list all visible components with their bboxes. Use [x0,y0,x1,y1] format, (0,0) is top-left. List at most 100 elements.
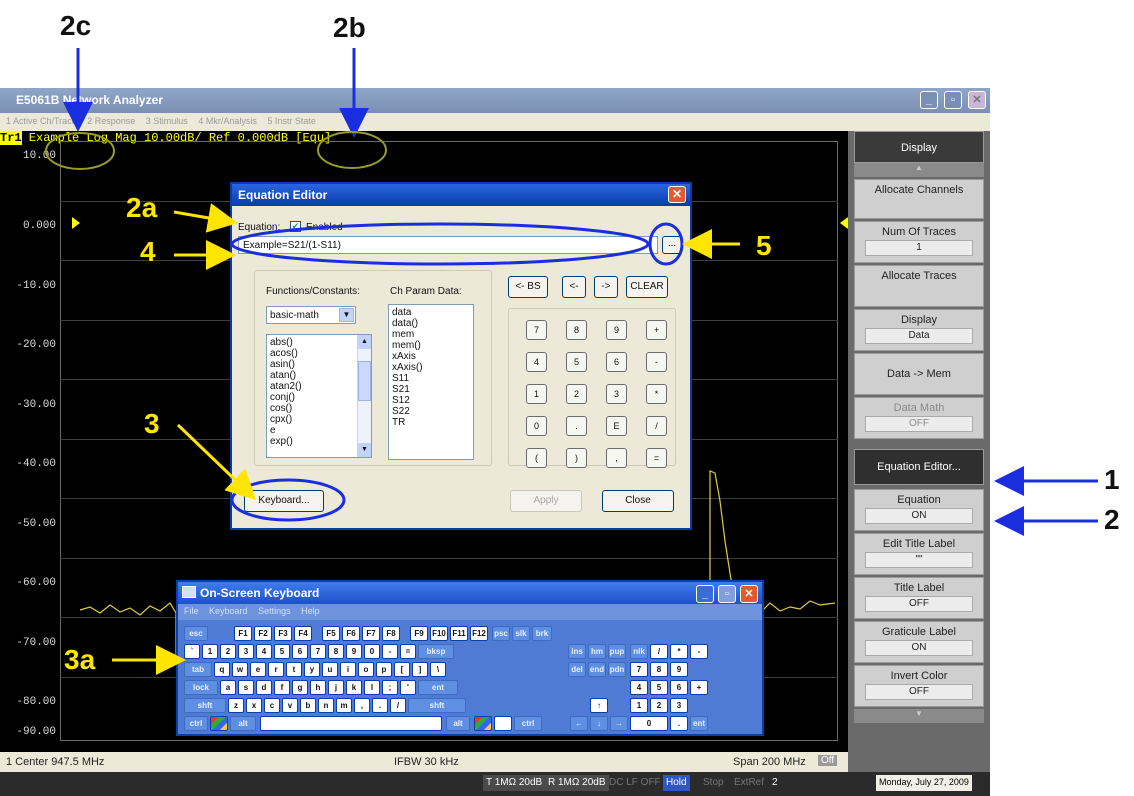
keyboard-button[interactable]: Keyboard... [244,490,324,512]
keypad-key[interactable]: + [646,320,667,340]
keypad-key[interactable]: ) [566,448,587,468]
list-item[interactable]: S22 [392,406,470,417]
display-softkey[interactable]: Display Data [854,309,984,351]
osk-key[interactable]: s [238,680,254,695]
osk-key[interactable]: z [228,698,244,713]
list-item[interactable]: atan2() [270,381,368,392]
keypad-key[interactable]: 2 [566,384,587,404]
list-item[interactable]: mem [392,329,470,340]
osk-key[interactable]: 0 [364,644,380,659]
osk-key[interactable]: 9 [346,644,362,659]
osk-key[interactable]: hm [588,644,606,659]
windows-logo-icon[interactable] [474,716,492,731]
osk-key[interactable]: F12 [470,626,488,641]
osk-key[interactable]: . [372,698,388,713]
keypad-key[interactable]: 6 [606,352,627,372]
list-item[interactable]: TR [392,417,470,428]
enabled-checkbox[interactable]: ✔ [290,221,301,232]
keypad-key[interactable]: 7 [526,320,547,340]
osk-key[interactable]: 9 [670,662,688,677]
list-item[interactable]: data() [392,318,470,329]
osk-key[interactable]: ent [418,680,458,695]
list-item[interactable]: asin() [270,359,368,370]
osk-key[interactable]: 4 [256,644,272,659]
osk-key[interactable]: n [318,698,334,713]
osk-key[interactable]: f [274,680,290,695]
osk-key[interactable]: tab [184,662,212,677]
osk-key[interactable]: 7 [630,662,648,677]
osk-key[interactable]: , [354,698,370,713]
osk-key[interactable]: 8 [328,644,344,659]
list-item[interactable]: cos() [270,403,368,414]
osk-key[interactable]: t [286,662,302,677]
keypad-key[interactable]: E [606,416,627,436]
osk-key[interactable]: 3 [238,644,254,659]
allocate-traces-softkey[interactable]: Allocate Traces [854,265,984,307]
apply-button[interactable]: Apply [510,490,582,512]
osk-key[interactable]: e [250,662,266,677]
graticule-label-softkey[interactable]: Graticule Label ON [854,621,984,663]
scroll-down-arrow[interactable]: ▼ [854,709,984,723]
menu-stimulus[interactable]: 3 Stimulus [146,116,188,126]
list-item[interactable]: xAxis() [392,362,470,373]
functions-select[interactable]: basic-math ▼ [266,306,356,324]
osk-key[interactable]: slk [512,626,530,641]
list-item[interactable]: S12 [392,395,470,406]
osk-key[interactable]: ← [570,716,588,731]
keypad-key[interactable]: ( [526,448,547,468]
osk-key[interactable]: m [336,698,352,713]
osk-key[interactable]: / [650,644,668,659]
osk-key[interactable]: a [220,680,236,695]
osk-key[interactable]: psc [492,626,510,641]
osk-key[interactable]: ' [400,680,416,695]
cursor-right-button[interactable]: -> [594,276,618,298]
osk-key[interactable]: i [340,662,356,677]
osk-key[interactable]: lock [184,680,218,695]
osk-key[interactable]: F7 [362,626,380,641]
scroll-up-arrow[interactable]: ▲ [854,163,984,177]
osk-key[interactable]: F2 [254,626,272,641]
osk-key[interactable]: ctrl [184,716,208,731]
keypad-key[interactable]: 8 [566,320,587,340]
osk-key[interactable]: 1 [202,644,218,659]
keypad-key[interactable]: 5 [566,352,587,372]
edit-title-label-softkey[interactable]: Edit Title Label "" [854,533,984,575]
osk-close-button[interactable]: ✕ [740,585,758,603]
title-label-softkey[interactable]: Title Label OFF [854,577,984,619]
osk-key[interactable]: 8 [650,662,668,677]
keypad-key[interactable]: - [646,352,667,372]
osk-key[interactable]: 5 [274,644,290,659]
osk-key[interactable]: v [282,698,298,713]
menu-mkr-analysis[interactable]: 4 Mkr/Analysis [198,116,257,126]
osk-key[interactable]: pup [608,644,626,659]
trace-id[interactable]: Tr1 [0,131,22,145]
osk-key[interactable]: 1 [630,698,648,713]
osk-key[interactable]: g [292,680,308,695]
osk-key[interactable]: l [364,680,380,695]
osk-key[interactable]: F6 [342,626,360,641]
data-math-softkey[interactable]: Data Math OFF [854,397,984,439]
osk-key[interactable]: ↑ [590,698,608,713]
clear-button[interactable]: CLEAR [626,276,668,298]
menu-response[interactable]: 2 Response [87,116,135,126]
osk-key[interactable]: ctrl [514,716,542,731]
osk-key[interactable]: F4 [294,626,312,641]
osk-key[interactable]: 6 [670,680,688,695]
chevron-down-icon[interactable]: ▼ [339,308,354,322]
osk-key[interactable]: - [690,644,708,659]
invert-color-softkey[interactable]: Invert Color OFF [854,665,984,707]
osk-key[interactable]: F5 [322,626,340,641]
osk-key[interactable]: bksp [418,644,454,659]
osk-key[interactable]: h [310,680,326,695]
windows-logo-icon[interactable] [210,716,228,731]
list-item[interactable]: data [392,307,470,318]
list-item[interactable]: atan() [270,370,368,381]
osk-key[interactable]: alt [230,716,256,731]
keypad-key[interactable]: , [606,448,627,468]
osk-key[interactable]: ] [412,662,428,677]
browse-button[interactable]: ... [662,236,682,254]
osk-key[interactable]: ↓ [590,716,608,731]
osk-key[interactable]: F9 [410,626,428,641]
keypad-key[interactable]: 3 [606,384,627,404]
keypad-key[interactable]: / [646,416,667,436]
